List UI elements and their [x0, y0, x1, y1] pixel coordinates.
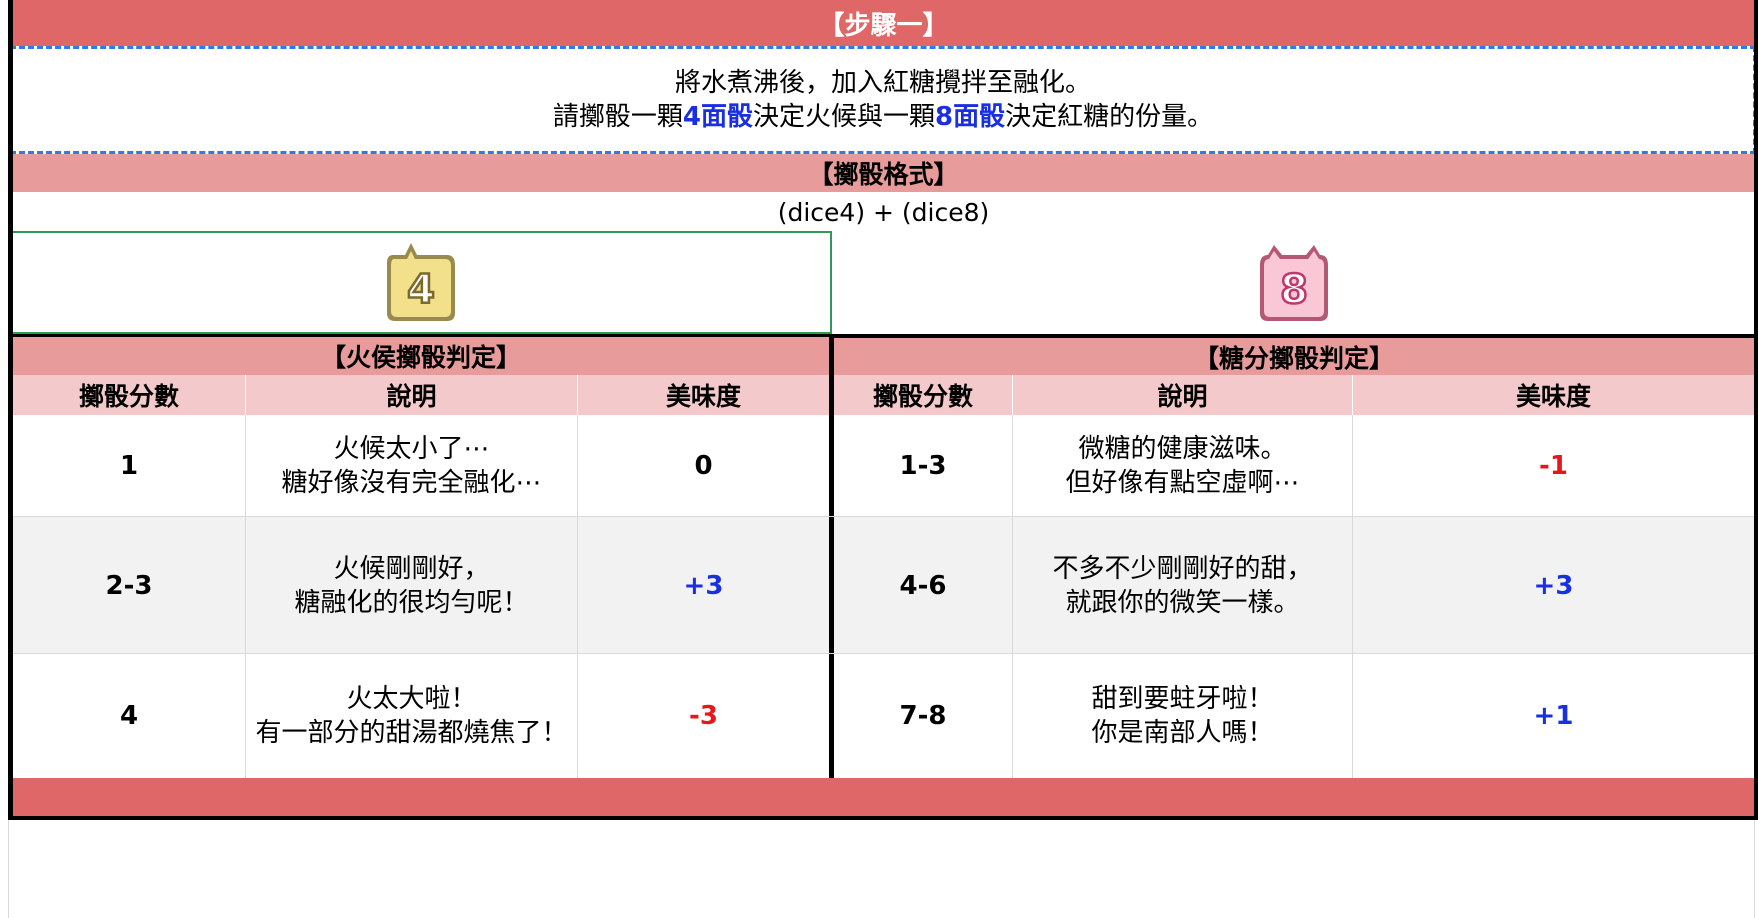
right-dice-cell[interactable]: 8: [833, 231, 1754, 334]
row-divider: [13, 516, 1754, 517]
heat-row-1-desc[interactable]: 火候太小了⋯ 糖好像沒有完全融化⋯: [245, 415, 577, 517]
sugar-table-title[interactable]: 【糖分擲骰判定】: [834, 338, 1754, 375]
sugar-row-1-taste[interactable]: -1: [1352, 415, 1754, 517]
heat-row-3-score[interactable]: 4: [13, 654, 245, 778]
sugar-row-2-score[interactable]: 4-6: [834, 517, 1012, 654]
heat-header-taste[interactable]: 美味度: [577, 375, 829, 415]
table-left-border: [8, 0, 13, 820]
bottom-band[interactable]: [13, 778, 1754, 816]
heat-row-1-taste[interactable]: 0: [577, 415, 829, 517]
heat-row-2-desc-line-1: 火候剛剛好，: [333, 553, 490, 584]
heat-row-3-desc-line-1: 火太大啦！: [346, 684, 477, 714]
grid-column-line: [8, 820, 9, 918]
sugar-row-2-desc[interactable]: 不多不少剛剛好的甜， 就跟你的微笑一樣。: [1012, 517, 1352, 654]
four-sided-die-icon: 4: [386, 242, 455, 321]
heat-row-3-taste[interactable]: -3: [577, 654, 829, 778]
heat-row-3-desc-line-2: 有一部分的甜湯都燒焦了！: [255, 718, 568, 748]
spreadsheet-sheet: 【步驟一】 將水煮沸後，加入紅糖攪拌至融化。 請擲骰一顆4面骰決定火候與一顆8面…: [0, 0, 1758, 918]
sugar-row-3-taste[interactable]: +1: [1352, 654, 1754, 778]
svg-text:8: 8: [1280, 267, 1308, 313]
sugar-row-1-score[interactable]: 1-3: [834, 415, 1012, 517]
heat-table-title[interactable]: 【火侯擲骰判定】: [13, 337, 829, 375]
sugar-row-1-desc-line-2: 但好像有點空虛啊⋯: [1065, 468, 1300, 498]
heat-header-score[interactable]: 擲骰分數: [13, 375, 245, 415]
sugar-row-3-desc-line-2: 你是南部人嗎！: [1091, 718, 1274, 748]
instructions-line-2-pre: 請擲骰一顆: [552, 102, 683, 132]
four-sided-die-container: 4: [9, 231, 832, 334]
format-title[interactable]: 【擲骰格式】: [13, 154, 1754, 192]
heat-row-2-desc-line-2: 糖融化的很均勻呢！: [294, 587, 529, 618]
sugar-header-desc[interactable]: 說明: [1012, 375, 1352, 415]
heat-row-3-desc[interactable]: 火太大啦！ 有一部分的甜湯都燒焦了！: [245, 654, 577, 778]
sugar-row-1-desc-line-1: 微糖的健康滋味。: [1078, 434, 1287, 464]
heat-row-1-score[interactable]: 1: [13, 415, 245, 517]
sugar-row-2-desc-line-2: 就跟你的微笑一樣。: [1065, 587, 1300, 618]
svg-text:4: 4: [407, 267, 435, 313]
sugar-row-1-desc[interactable]: 微糖的健康滋味。 但好像有點空虛啊⋯: [1012, 415, 1352, 517]
instructions-cell[interactable]: 將水煮沸後，加入紅糖攪拌至融化。 請擲骰一顆4面骰決定火候與一顆8面骰決定紅糖的…: [10, 46, 1756, 154]
eight-sided-die-highlight: 8面骰: [935, 102, 1006, 132]
heat-header-desc[interactable]: 說明: [245, 375, 577, 415]
heat-row-1-desc-line-2: 糖好像沒有完全融化⋯: [281, 468, 542, 498]
instructions-line-1: 將水煮沸後，加入紅糖攪拌至融化。: [674, 68, 1091, 98]
format-formula[interactable]: (dice4) + (dice8): [13, 192, 1754, 232]
four-sided-die-highlight: 4面骰: [682, 102, 753, 132]
heat-row-1-desc-line-1: 火候太小了⋯: [333, 434, 490, 464]
instructions-line-2: 請擲骰一顆4面骰決定火候與一顆8面骰決定紅糖的份量。: [553, 100, 1213, 134]
sugar-header-taste[interactable]: 美味度: [1352, 375, 1754, 415]
table-right-border: [1754, 0, 1758, 820]
heat-row-2-score[interactable]: 2-3: [13, 517, 245, 654]
heat-row-2-taste[interactable]: +3: [577, 517, 829, 654]
grid-column-line: [1754, 820, 1755, 918]
sugar-row-2-taste[interactable]: +3: [1352, 517, 1754, 654]
sugar-header-score[interactable]: 擲骰分數: [834, 375, 1012, 415]
row-divider: [13, 653, 1754, 654]
instructions-line-2-mid: 決定火候與一顆: [752, 102, 935, 132]
sugar-row-3-score[interactable]: 7-8: [834, 654, 1012, 778]
sugar-row-3-desc[interactable]: 甜到要蛀牙啦！ 你是南部人嗎！: [1012, 654, 1352, 778]
sugar-row-2-desc-line-1: 不多不少剛剛好的甜，: [1052, 553, 1313, 584]
sugar-row-3-desc-line-1: 甜到要蛀牙啦！: [1091, 684, 1274, 714]
step-title[interactable]: 【步驟一】: [13, 0, 1754, 46]
heat-row-2-desc[interactable]: 火候剛剛好， 糖融化的很均勻呢！: [245, 517, 577, 654]
empty-sheet-area[interactable]: [0, 820, 1758, 918]
instructions-line-2-post: 決定紅糖的份量。: [1005, 102, 1214, 132]
eight-sided-die-icon: 8: [1259, 244, 1328, 321]
